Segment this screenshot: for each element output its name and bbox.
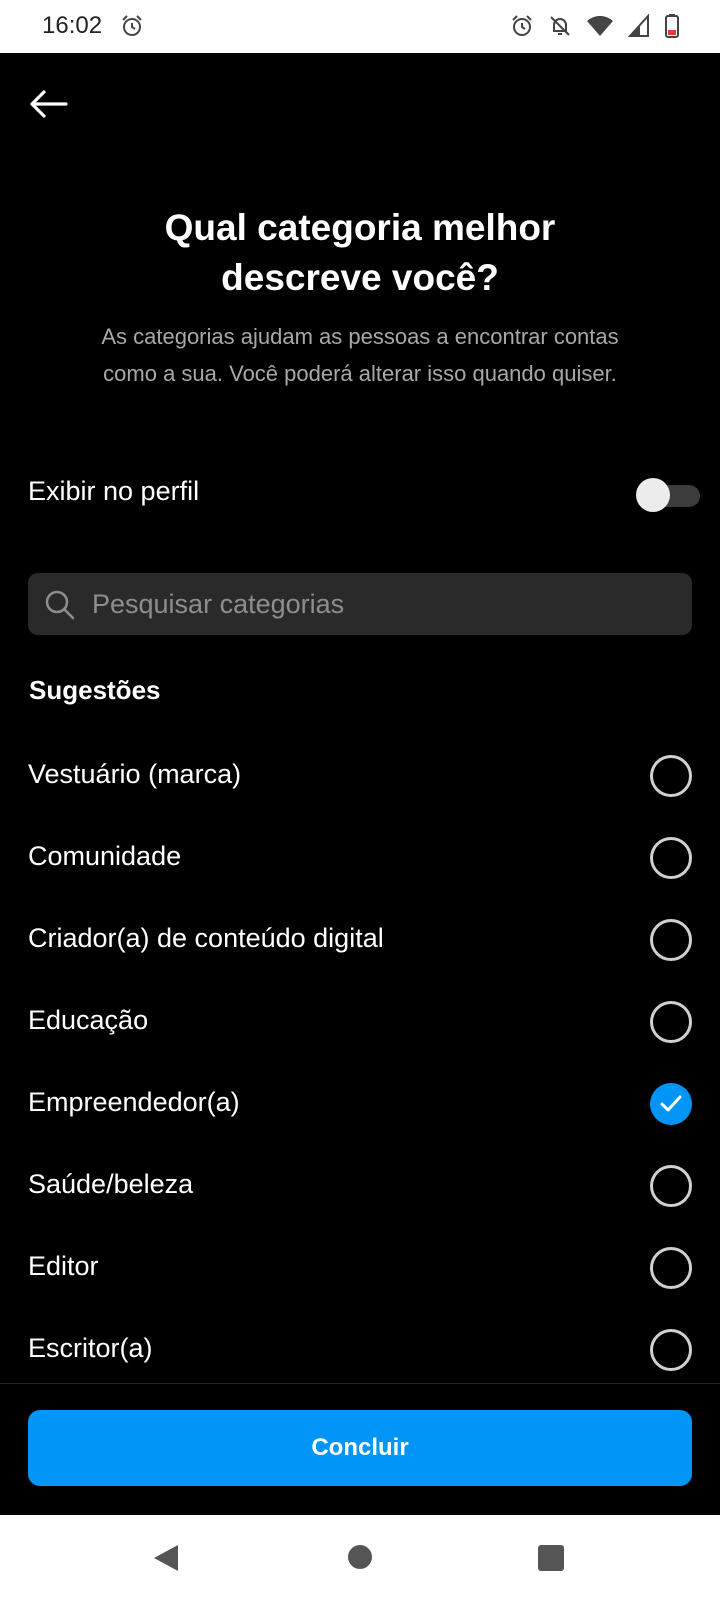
radio-button[interactable] — [650, 755, 692, 797]
checkmark-icon — [660, 1095, 682, 1112]
category-item[interactable]: Empreendedor(a) — [0, 1063, 720, 1147]
radio-button[interactable] — [650, 919, 692, 961]
notifications-off-icon — [550, 16, 570, 36]
radio-button[interactable] — [650, 1247, 692, 1289]
category-label: Escritor(a) — [28, 1333, 153, 1363]
page-title-line2: descreve você? — [221, 257, 499, 298]
category-label: Editor — [28, 1251, 99, 1281]
nav-back-icon[interactable] — [152, 1543, 180, 1573]
category-item[interactable]: Saúde/beleza — [0, 1145, 720, 1229]
radio-button-checked[interactable] — [650, 1083, 692, 1125]
page-subtitle-line1: As categorias ajudam as pessoas a encont… — [101, 324, 619, 349]
alarm-icon — [122, 15, 142, 36]
radio-button[interactable] — [650, 1165, 692, 1207]
page-subtitle: As categorias ajudam as pessoas a encont… — [40, 318, 680, 392]
category-list: Vestuário (marca) Comunidade Criador(a) … — [0, 735, 720, 1383]
status-time: 16:02 — [42, 12, 103, 39]
category-item[interactable]: Escritor(a) — [0, 1309, 720, 1383]
radio-button[interactable] — [650, 837, 692, 879]
category-label: Vestuário (marca) — [28, 759, 242, 789]
category-label: Saúde/beleza — [28, 1169, 194, 1199]
back-button[interactable] — [26, 82, 70, 126]
show-on-profile-row: Exibir no perfil — [28, 470, 700, 516]
category-label: Educação — [28, 1005, 149, 1035]
wifi-icon — [587, 15, 613, 36]
done-button[interactable]: Concluir — [28, 1410, 692, 1486]
search-bar[interactable] — [28, 573, 692, 635]
category-item[interactable]: Editor — [0, 1227, 720, 1311]
suggestions-title: Sugestões — [29, 675, 161, 705]
category-label: Criador(a) de conteúdo digital — [28, 923, 384, 953]
signal-icon — [628, 14, 649, 37]
category-item[interactable]: Comunidade — [0, 817, 720, 901]
toggle-thumb — [636, 478, 670, 512]
radio-button[interactable] — [650, 1329, 692, 1371]
footer-divider — [0, 1383, 720, 1384]
nav-home-icon[interactable] — [348, 1545, 372, 1569]
category-item[interactable]: Criador(a) de conteúdo digital — [0, 899, 720, 983]
system-nav-bar — [0, 1515, 720, 1600]
battery-icon — [665, 14, 679, 38]
category-label: Comunidade — [28, 841, 182, 871]
arrow-left-icon — [30, 90, 68, 118]
search-input[interactable] — [92, 573, 682, 635]
page-subtitle-line2: como a sua. Você poderá alterar isso qua… — [103, 361, 617, 386]
show-on-profile-toggle[interactable] — [636, 476, 700, 512]
page-title-line1: Qual categoria melhor — [164, 207, 556, 248]
alarm-icon — [512, 15, 532, 36]
show-on-profile-label: Exibir no perfil — [28, 476, 200, 506]
category-item[interactable]: Vestuário (marca) — [0, 735, 720, 819]
category-item[interactable]: Educação — [0, 981, 720, 1065]
status-bar: 16:02 — [0, 0, 720, 53]
nav-recents-icon[interactable] — [538, 1545, 564, 1571]
radio-button[interactable] — [650, 1001, 692, 1043]
page-title: Qual categoria melhor descreve você? — [0, 203, 720, 303]
search-icon — [45, 590, 75, 620]
status-icons — [510, 12, 680, 40]
category-label: Empreendedor(a) — [28, 1087, 240, 1117]
